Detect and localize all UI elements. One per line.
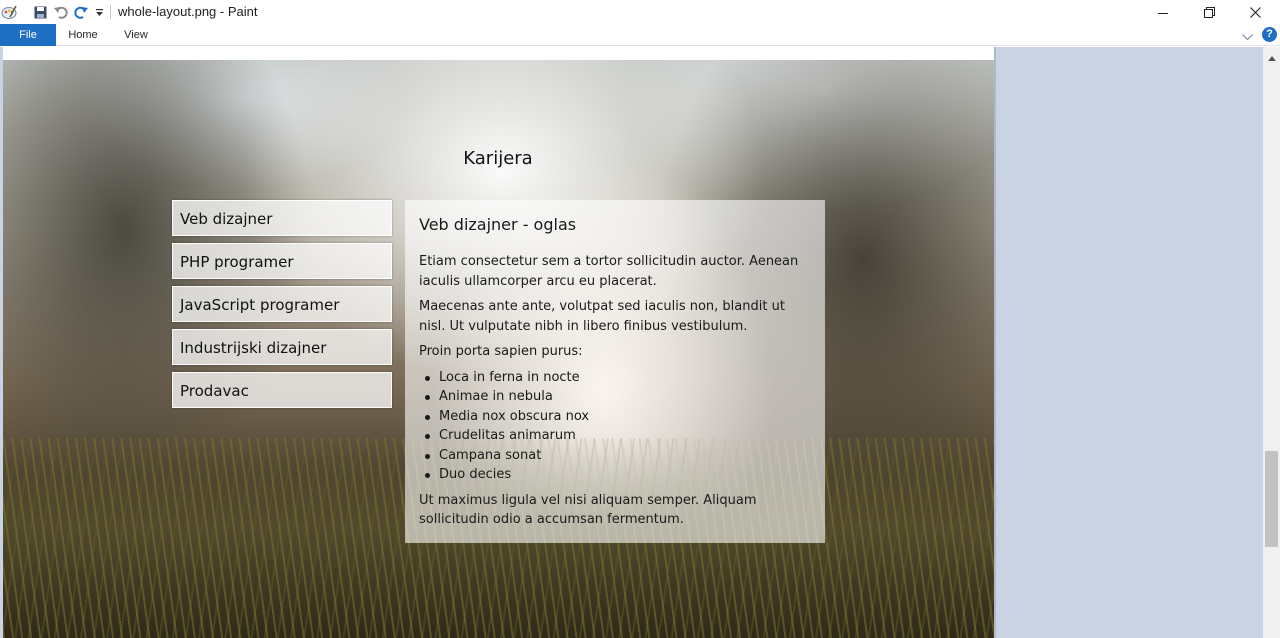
menu-item-veb-dizajner: Veb dizajner: [172, 200, 392, 236]
title-separator: [110, 5, 111, 19]
chevron-up-icon: [1267, 46, 1276, 65]
paragraph-3: Proin porta sapien purus:: [419, 344, 583, 359]
menu-item-industrijski-dizajner: Industrijski dizajner: [172, 329, 392, 365]
paragraph-4: Ut maximus ligula vel nisi aliquam sempe…: [419, 492, 757, 528]
menu-item-prodavac: Prodavac: [172, 372, 392, 408]
list-item: Animae in nebula: [419, 387, 811, 407]
save-icon[interactable]: [31, 3, 49, 21]
close-button[interactable]: [1232, 0, 1278, 24]
tab-home[interactable]: Home: [58, 24, 108, 46]
vertical-scrollbar[interactable]: [1263, 47, 1280, 638]
list-item: Loca in ferna in nocte: [419, 368, 811, 388]
help-button[interactable]: ?: [1262, 27, 1277, 42]
dropdown-arrow-icon[interactable]: [93, 3, 105, 21]
bullet-list: Loca in ferna in nocte Animae in nebula …: [419, 368, 811, 485]
collapse-ribbon-button[interactable]: [1240, 28, 1254, 42]
job-ad-title: Veb dizajner - oglas: [419, 215, 577, 234]
title-bar: whole-layout.png - Paint: [0, 0, 1280, 24]
tab-view[interactable]: View: [112, 24, 160, 46]
chevron-down-icon: [1241, 26, 1253, 45]
list-item: Campana sonat: [419, 446, 811, 466]
restore-button[interactable]: [1186, 0, 1232, 24]
page-title: Karijera: [463, 148, 533, 169]
scrollbar-thumb[interactable]: [1265, 451, 1278, 547]
window-title: whole-layout.png - Paint: [118, 4, 258, 19]
restore-icon: [1203, 3, 1215, 22]
tab-file[interactable]: File: [0, 24, 56, 46]
menu-item-php-programer: PHP programer: [172, 243, 392, 279]
list-item: Crudelitas animarum: [419, 426, 811, 446]
canvas-top-margin: [3, 47, 994, 60]
paragraph-1: Etiam consectetur sem a tortor sollicitu…: [419, 254, 799, 289]
minimize-button[interactable]: [1140, 0, 1186, 24]
paragraph-2: Maecenas ante ante, volutpat sed iaculis…: [419, 299, 785, 334]
menu-item-javascript-programer: JavaScript programer: [172, 286, 392, 322]
minimize-icon: [1158, 3, 1168, 22]
job-ad-panel: Veb dizajner - oglas Etiam consectetur s…: [405, 200, 825, 543]
close-icon: [1249, 3, 1261, 22]
paint-app-icon[interactable]: [0, 3, 18, 21]
ribbon-tab-bar: File Home View: [0, 24, 1280, 46]
career-menu: Veb dizajner PHP programer JavaScript pr…: [172, 200, 392, 415]
list-item: Duo decies: [419, 465, 811, 485]
scroll-up-button[interactable]: [1263, 47, 1280, 64]
canvas-edge: [994, 47, 996, 638]
list-item: Media nox obscura nox: [419, 407, 811, 427]
redo-icon[interactable]: [72, 3, 90, 21]
undo-icon[interactable]: [51, 3, 69, 21]
